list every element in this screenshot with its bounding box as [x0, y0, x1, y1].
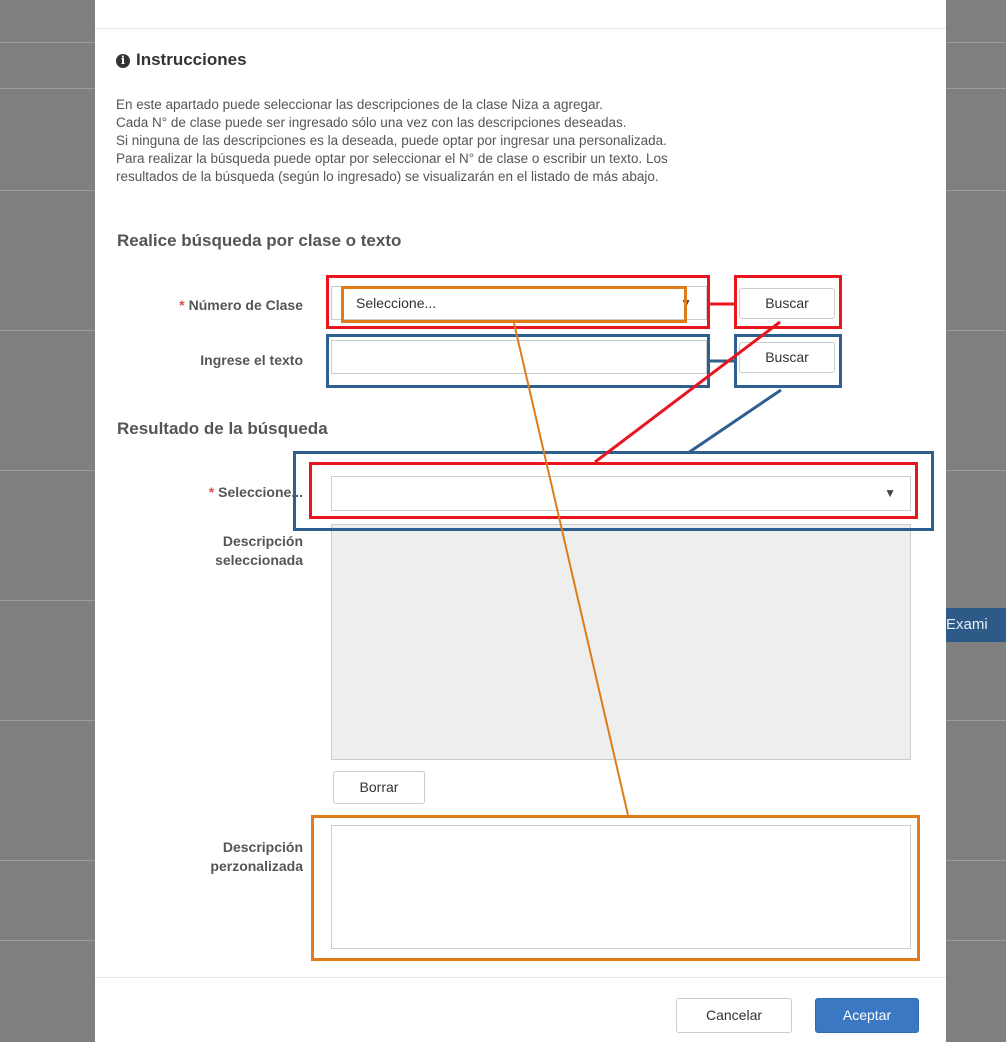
bg-row-divider: [946, 88, 1006, 89]
bg-row-divider: [946, 720, 1006, 721]
bg-row-divider: [946, 860, 1006, 861]
result-select-label-text: Seleccione...: [218, 484, 303, 500]
search-text-button[interactable]: Buscar: [739, 342, 835, 373]
bg-row-divider: [946, 42, 1006, 43]
cancel-button[interactable]: Cancelar: [676, 998, 792, 1033]
class-number-select[interactable]: Seleccione... ▼: [331, 286, 707, 320]
background-exam-button: Exami: [946, 608, 1006, 642]
instruction-line: Para realizar la búsqueda puede optar po…: [116, 151, 668, 166]
info-icon: i: [116, 54, 130, 68]
required-mark: *: [208, 484, 215, 500]
selected-description-label: Descripción seleccionada: [115, 532, 303, 570]
class-number-select-value: Seleccione...: [356, 295, 437, 311]
bg-row-divider: [0, 330, 95, 331]
instruction-line: Cada N° de clase puede ser ingresado sól…: [116, 115, 627, 130]
chevron-down-icon: ▼: [884, 486, 896, 500]
bg-row-divider: [0, 720, 95, 721]
selected-description-label-line: seleccionada: [215, 552, 303, 568]
modal-header-divider: [95, 28, 946, 29]
bg-row-divider: [946, 330, 1006, 331]
search-section-heading: Realice búsqueda por clase o texto: [117, 231, 402, 250]
accept-button[interactable]: Aceptar: [815, 998, 919, 1033]
bg-row-divider: [0, 88, 95, 89]
custom-description-label-line: perzonalizada: [210, 858, 303, 874]
text-search-input[interactable]: [331, 340, 707, 374]
clear-button[interactable]: Borrar: [333, 771, 425, 804]
modal-dialog: i Instrucciones En este apartado puede se…: [95, 0, 946, 1042]
instructions-text: En este apartado puede seleccionar las d…: [116, 96, 668, 186]
class-number-label: * Número de Clase: [115, 296, 303, 315]
bg-row-divider: [0, 860, 95, 861]
bg-row-divider: [0, 190, 95, 191]
bg-row-divider: [0, 940, 95, 941]
modal-footer-divider: [95, 977, 946, 978]
result-select[interactable]: ▼: [331, 476, 911, 511]
custom-description-label-line: Descripción: [222, 839, 303, 855]
custom-description-textarea[interactable]: [331, 825, 911, 949]
result-select-label: * Seleccione...: [115, 483, 303, 502]
instruction-line: En este apartado puede seleccionar las d…: [116, 97, 604, 112]
selected-description-label-line: Descripción: [222, 533, 303, 549]
required-mark: *: [179, 297, 185, 313]
bg-row-divider: [946, 190, 1006, 191]
bg-row-divider: [946, 940, 1006, 941]
instructions-title: i Instrucciones: [116, 50, 247, 70]
instructions-title-text: Instrucciones: [136, 50, 247, 69]
result-section-heading: Resultado de la búsqueda: [117, 419, 328, 438]
instruction-line: Si ninguna de las descripciones es la de…: [116, 133, 667, 148]
custom-description-label: Descripción perzonalizada: [115, 838, 303, 876]
bg-row-divider: [946, 470, 1006, 471]
instruction-line: resultados de la búsqueda (según lo ingr…: [116, 169, 659, 184]
bg-row-divider: [0, 42, 95, 43]
search-class-button[interactable]: Buscar: [739, 288, 835, 319]
class-number-label-text: Número de Clase: [188, 297, 303, 313]
chevron-down-icon: ▼: [680, 296, 692, 310]
text-search-label: Ingrese el texto: [200, 352, 303, 368]
bg-row-divider: [0, 600, 95, 601]
bg-row-divider: [0, 470, 95, 471]
selected-description-textarea: [331, 524, 911, 760]
